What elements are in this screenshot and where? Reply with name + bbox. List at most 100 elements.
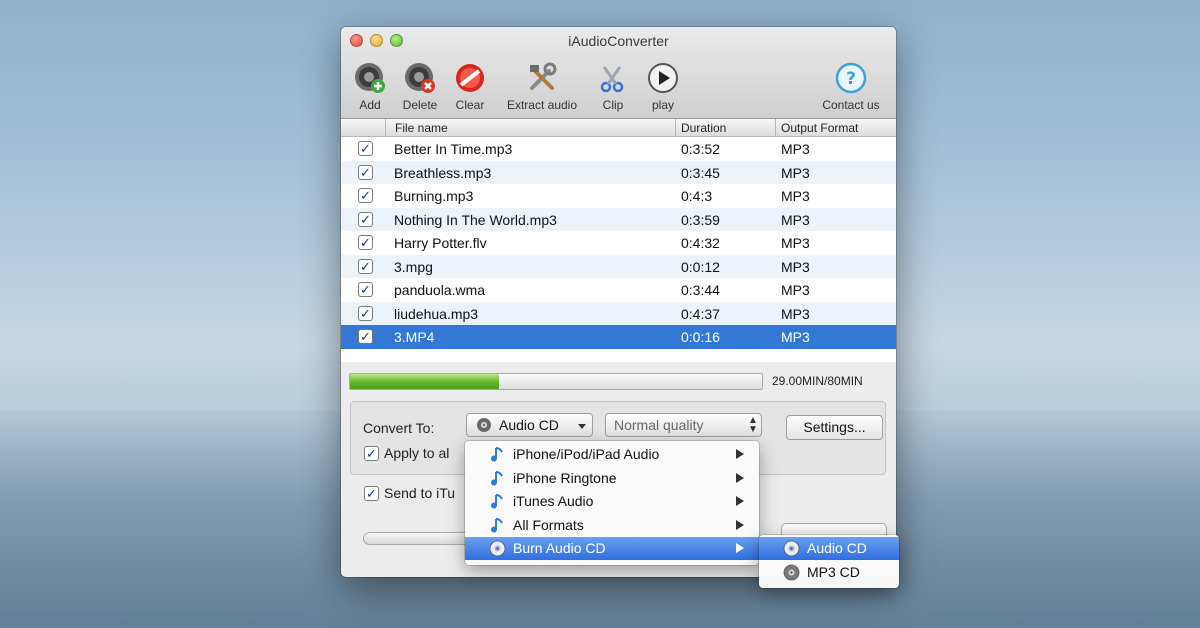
row-checkbox[interactable]: ✓ — [358, 164, 373, 180]
file-list: ✓ Better In Time.mp3 0:3:52 MP3 ✓ Breathless.… — [341, 137, 896, 362]
scissors-icon — [596, 61, 630, 95]
duration-cell: 0:3:52 — [681, 141, 720, 157]
extract-audio-label: Extract audio — [506, 98, 578, 112]
table-row[interactable]: ✓ panduola.wma 0:3:44 MP3 — [341, 278, 896, 302]
convert-to-label: Convert To: — [363, 420, 435, 436]
column-output-format[interactable]: Output Format — [781, 121, 858, 135]
table-row[interactable]: ✓ Burning.mp3 0:4:3 MP3 — [341, 184, 896, 208]
speaker-delete-icon — [403, 61, 437, 95]
row-checkbox[interactable]: ✓ — [358, 282, 373, 297]
window-title: iAudioConverter — [568, 33, 669, 49]
menu-item-iphone-ipod-ipad-audio[interactable]: iPhone/iPod/iPad Audio — [465, 443, 759, 466]
file-name-cell: Nothing In The World.mp3 — [394, 211, 557, 228]
file-name-cell: panduola.wma — [394, 282, 486, 298]
table-row[interactable]: ✓ liudehua.mp3 0:4:37 MP3 — [341, 301, 896, 325]
menu-item-label: iTunes Audio — [513, 493, 594, 509]
checkmark-icon: ✓ — [364, 446, 379, 461]
send-to-itunes-checkbox[interactable]: ✓ Send to iTu — [364, 485, 474, 503]
row-checkbox[interactable]: ✓ — [358, 258, 373, 274]
add-button[interactable]: Add — [352, 61, 388, 112]
clip-label: Clip — [602, 98, 624, 112]
title-toolbar: iAudioConverter Add Delete Clear Extract… — [341, 27, 896, 119]
stepper-arrows-icon: ▲ ▼ — [748, 415, 758, 435]
menu-item-label: iPhone Ringtone — [513, 469, 617, 486]
table-row[interactable]: ✓ 3.MP4 0:0:16 MP3 — [341, 325, 896, 349]
table-row[interactable]: ✓ Breathless.mp3 0:3:45 MP3 — [341, 160, 896, 184]
menu-item-iphone-ringtone[interactable]: iPhone Ringtone — [465, 467, 759, 490]
output-format-cell: MP3 — [781, 258, 810, 275]
column-duration[interactable]: Duration — [681, 121, 726, 135]
submenu-item-audio-cd[interactable]: Audio CD — [759, 537, 899, 560]
row-checkbox[interactable]: ✓ — [358, 188, 373, 203]
column-divider — [385, 119, 386, 137]
add-label: Add — [359, 98, 381, 112]
play-icon — [646, 61, 680, 95]
duration-cell: 0:4:37 — [681, 305, 720, 322]
music-note-icon — [489, 517, 506, 534]
delete-button[interactable]: Delete — [398, 61, 442, 112]
menu-item-burn-audio-cd[interactable]: Burn Audio CD — [465, 537, 759, 560]
row-checkbox[interactable]: ✓ — [358, 329, 373, 344]
music-note-icon — [489, 493, 506, 510]
chevron-down-icon — [578, 424, 586, 429]
menu-item-itunes-audio[interactable]: iTunes Audio — [465, 490, 759, 513]
duration-cell: 0:0:12 — [681, 258, 720, 275]
output-format-cell: MP3 — [781, 235, 810, 251]
clear-button[interactable]: Clear — [451, 61, 489, 112]
submenu-item-label: MP3 CD — [807, 564, 860, 580]
menu-item-label: Burn Audio CD — [513, 540, 606, 556]
send-to-itunes-label: Send to iTu — [384, 485, 456, 501]
table-row[interactable]: ✓ 3.mpg 0:0:12 MP3 — [341, 254, 896, 278]
quality-popup[interactable]: Normal quality ▲ ▼ — [605, 413, 762, 437]
delete-label: Delete — [402, 98, 438, 112]
quality-value: Normal quality — [614, 417, 704, 433]
extract-audio-button[interactable]: Extract audio — [499, 61, 585, 112]
cd-icon — [783, 540, 800, 557]
apply-to-all-checkbox[interactable]: ✓ Apply to al — [364, 445, 474, 463]
table-row[interactable]: ✓ Better In Time.mp3 0:3:52 MP3 — [341, 137, 896, 161]
column-file-name[interactable]: File name — [395, 121, 448, 135]
output-format-cell: MP3 — [781, 282, 810, 298]
table-row[interactable]: ✓ Nothing In The World.mp3 0:3:59 MP3 — [341, 207, 896, 231]
speaker-add-icon — [353, 61, 387, 95]
duration-cell: 0:3:59 — [681, 211, 720, 228]
output-format-cell: MP3 — [781, 164, 810, 181]
help-icon: ? — [834, 61, 868, 95]
clear-label: Clear — [455, 98, 485, 112]
submenu-arrow-icon — [736, 543, 744, 553]
contact-us-button[interactable]: ? Contact us — [815, 61, 887, 112]
table-row[interactable]: ✓ Harry Potter.flv 0:4:32 MP3 — [341, 231, 896, 255]
file-name-cell: Better In Time.mp3 — [394, 141, 513, 157]
submenu-arrow-icon — [736, 496, 744, 506]
duration-cell: 0:4:32 — [681, 235, 720, 251]
settings-button[interactable]: Settings... — [786, 415, 883, 440]
file-name-cell: Burning.mp3 — [394, 188, 474, 204]
music-note-icon — [489, 470, 506, 487]
cd-icon — [783, 564, 800, 581]
file-table-header: File name Duration Output Format — [341, 119, 896, 137]
row-checkbox[interactable]: ✓ — [358, 305, 373, 321]
svg-text:?: ? — [846, 69, 856, 89]
duration-cell: 0:3:45 — [681, 164, 720, 181]
row-checkbox[interactable]: ✓ — [358, 211, 373, 227]
output-format-cell: MP3 — [781, 329, 810, 345]
clip-button[interactable]: Clip — [595, 61, 631, 112]
disc-capacity-fill — [350, 374, 500, 389]
output-format-cell: MP3 — [781, 211, 810, 228]
output-format-popup[interactable]: Audio CD — [466, 413, 593, 437]
submenu-arrow-icon — [736, 519, 744, 530]
conversion-progress-bar — [363, 532, 473, 545]
file-name-cell: 3.mpg — [394, 258, 433, 275]
output-format-cell: MP3 — [781, 188, 810, 204]
apply-to-all-label: Apply to al — [384, 445, 450, 461]
row-checkbox[interactable]: ✓ — [358, 235, 373, 250]
play-button[interactable]: play — [645, 61, 681, 112]
menu-item-all-formats[interactable]: All Formats — [465, 514, 759, 537]
file-name-cell: 3.MP4 — [394, 329, 435, 345]
row-checkbox[interactable]: ✓ — [358, 141, 373, 156]
disc-capacity-text: 29.00MIN/80MIN — [772, 374, 863, 388]
menu-item-label: All Formats — [513, 516, 584, 533]
submenu-item-mp3-cd[interactable]: MP3 CD — [759, 561, 899, 584]
output-format-cell: MP3 — [781, 305, 810, 322]
submenu-item-label: Audio CD — [807, 540, 867, 556]
